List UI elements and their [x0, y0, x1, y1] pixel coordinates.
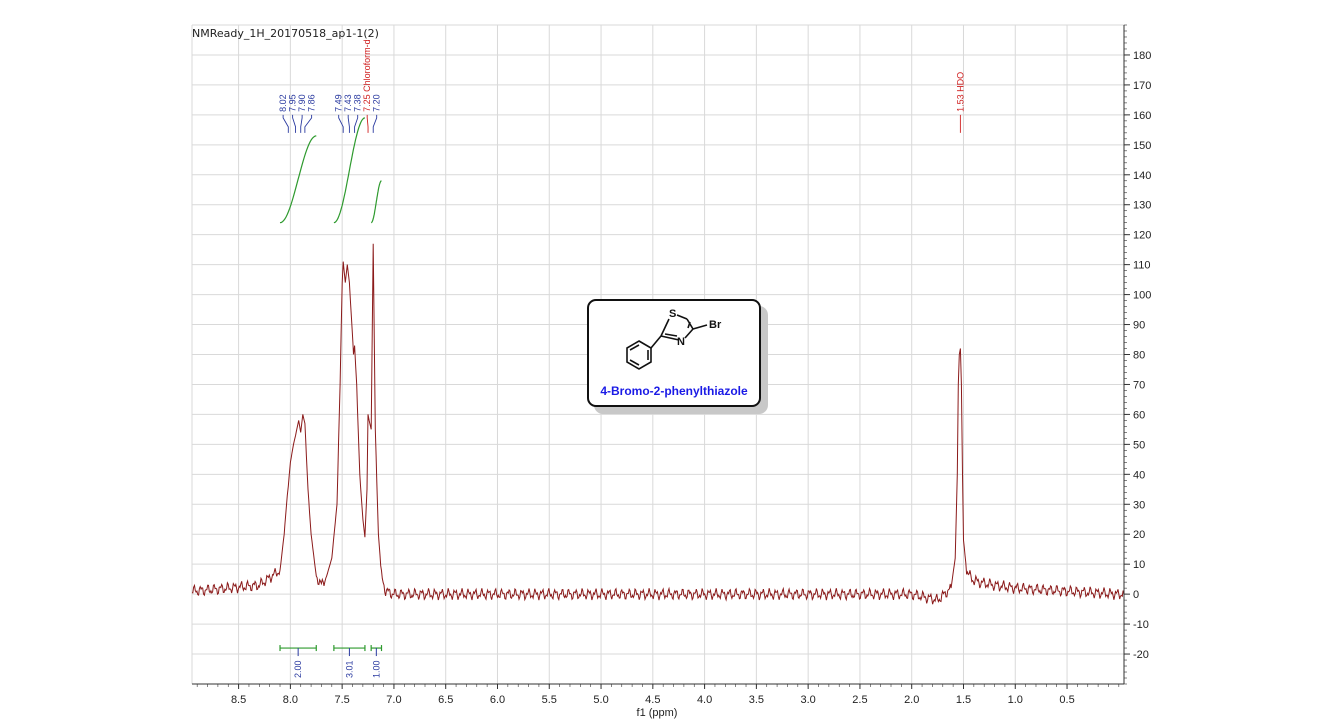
atom-n-label: N — [677, 336, 685, 348]
x-tick-label: 2.0 — [904, 694, 919, 706]
phenyl-thiazole-bond — [650, 335, 662, 349]
compound-name: 4-Bromo-2-phenylthiazole — [600, 384, 748, 398]
integral-curve — [371, 180, 382, 224]
x-tick-label: 3.5 — [749, 694, 764, 706]
integral-value: 1.00 — [371, 661, 381, 679]
y-tick-label: 160 — [1133, 110, 1151, 122]
atom-s-label: S — [669, 308, 676, 320]
x-tick-label: 1.5 — [956, 694, 971, 706]
spectrum-line — [191, 243, 1125, 605]
peak-pointer — [366, 114, 369, 133]
integral-value: 3.01 — [344, 661, 354, 679]
y-tick-label: 170 — [1133, 80, 1151, 92]
y-tick-label: 120 — [1133, 230, 1151, 242]
peak-label: 7.86 — [307, 94, 317, 112]
x-tick-label: 4.5 — [645, 694, 660, 706]
y-tick-label: 0 — [1133, 589, 1139, 601]
y-tick-label: 80 — [1133, 350, 1145, 362]
peak-label: 7.38 — [353, 94, 363, 112]
y-tick-label: 140 — [1133, 170, 1151, 182]
x-tick-label: 7.5 — [335, 694, 350, 706]
x-tick-label: 2.5 — [852, 694, 867, 706]
x-tick-label: 3.0 — [801, 694, 816, 706]
benzene-ring — [626, 340, 652, 370]
peak-pointer — [300, 114, 303, 133]
peak-pointer — [347, 114, 350, 133]
peak-labels: 8.02 7.95 7.90 7.86 7.49 7.43 7.38 7.25 Chlorof… — [278, 39, 965, 133]
integral-value: 2.00 — [293, 661, 303, 679]
y-tick-label: 110 — [1133, 260, 1151, 272]
atom-br-label: Br — [709, 319, 722, 331]
y-tick-label: 10 — [1133, 559, 1145, 571]
peak-pointer — [372, 114, 378, 133]
peak-label: 7.90 — [297, 94, 307, 112]
x-tick-label: 8.5 — [231, 694, 246, 706]
peak-label: 7.25 Chloroform-d — [362, 39, 372, 112]
peak-pointer — [354, 114, 359, 133]
y-tick-label: 70 — [1133, 379, 1145, 391]
y-tick-label: 180 — [1133, 50, 1151, 62]
y-tick-label: 100 — [1133, 290, 1151, 302]
peak-pointer — [304, 114, 313, 133]
x-axis-label: f1 (ppm) — [637, 707, 678, 719]
y-tick-label: 30 — [1133, 499, 1145, 511]
y-tick-label: -20 — [1133, 649, 1149, 661]
x-tick-label: 4.0 — [697, 694, 712, 706]
peak-label: 8.02 — [278, 94, 288, 112]
x-tick-label: 0.5 — [1059, 694, 1074, 706]
x-tick-label: 1.0 — [1008, 694, 1023, 706]
x-tick-label: 7.0 — [386, 694, 401, 706]
x-tick-label: 5.0 — [593, 694, 608, 706]
x-tick-label: 5.5 — [542, 694, 557, 706]
spectrum-title: NMReady_1H_20170518_ap1-1(2) — [192, 27, 379, 40]
y-tick-label: -10 — [1133, 619, 1149, 631]
y-tick-label: 20 — [1133, 529, 1145, 541]
peak-label: 1.53 HDO — [955, 72, 965, 112]
peak-label: 7.95 — [288, 94, 298, 112]
y-tick-label: 90 — [1133, 320, 1145, 332]
peak-pointer — [282, 114, 289, 133]
y-tick-label: 150 — [1133, 140, 1151, 152]
x-tick-label: 8.0 — [283, 694, 298, 706]
peak-pointer — [292, 114, 297, 133]
y-tick-label: 130 — [1133, 200, 1151, 212]
x-tick-label: 6.0 — [490, 694, 505, 706]
peak-label: 7.49 — [334, 94, 344, 112]
peak-label: 7.20 — [372, 94, 382, 112]
y-tick-label: 60 — [1133, 409, 1145, 421]
integral-curve — [333, 117, 366, 224]
x-tick-label: 6.5 — [438, 694, 453, 706]
peak-label: 7.43 — [343, 94, 353, 112]
y-tick-label: 50 — [1133, 439, 1145, 451]
integral-curve — [279, 135, 317, 224]
compound-structure-card: S N Br 4-Bromo-2-phenylthiazole — [587, 299, 761, 407]
y-tick-label: 40 — [1133, 469, 1145, 481]
